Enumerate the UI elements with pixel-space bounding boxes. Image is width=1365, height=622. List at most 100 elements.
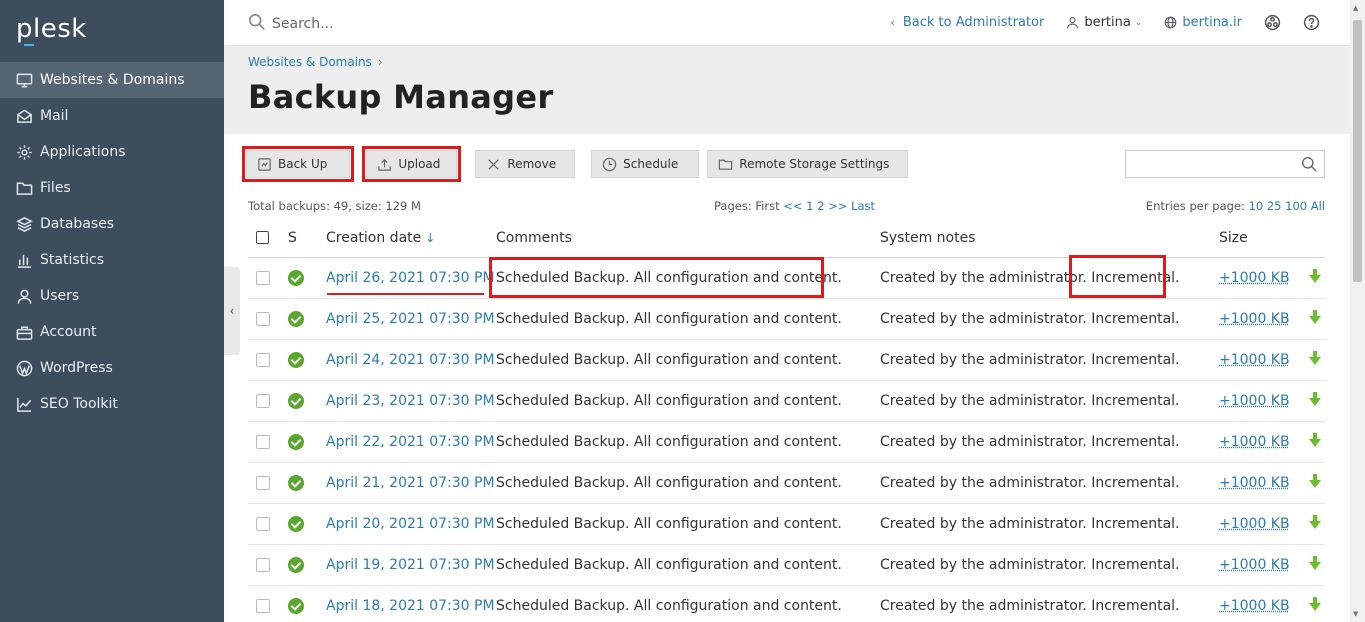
row-checkbox[interactable] bbox=[256, 517, 270, 531]
seo-chart-icon bbox=[16, 396, 33, 413]
user-icon bbox=[16, 288, 33, 305]
download-icon[interactable] bbox=[1308, 350, 1322, 370]
sidebar-item-applications[interactable]: Applications bbox=[0, 134, 224, 170]
row-checkbox[interactable] bbox=[256, 476, 270, 490]
download-icon[interactable] bbox=[1308, 391, 1322, 411]
download-icon[interactable] bbox=[1308, 432, 1322, 452]
database-icon bbox=[16, 216, 33, 233]
page-2-link[interactable]: 2 bbox=[817, 199, 824, 213]
download-icon[interactable] bbox=[1308, 268, 1322, 288]
backup-date-link[interactable]: April 18, 2021 07:30 PM bbox=[326, 598, 495, 614]
sidebar-item-users[interactable]: Users bbox=[0, 278, 224, 314]
breadcrumb: Websites & Domains › bbox=[248, 55, 383, 69]
scrollbar-thumb[interactable] bbox=[1353, 20, 1362, 282]
backup-date-link[interactable]: April 19, 2021 07:30 PM bbox=[326, 557, 495, 573]
backup-size-link[interactable]: +1000 KB bbox=[1219, 352, 1290, 368]
sidebar-item-label: Applications bbox=[40, 144, 126, 160]
per-page-all[interactable]: All bbox=[1311, 199, 1325, 213]
help-icon[interactable] bbox=[1303, 14, 1320, 31]
breadcrumb-websites-link[interactable]: Websites & Domains bbox=[248, 55, 372, 69]
schedule-button[interactable]: Schedule bbox=[591, 150, 699, 178]
sidebar-nav: Websites & Domains Mail Applications Files D… bbox=[0, 62, 224, 422]
backup-system-notes: Created by the administrator. Incrementa… bbox=[880, 311, 1180, 327]
page-prev-link[interactable]: << bbox=[783, 199, 802, 213]
row-checkbox[interactable] bbox=[256, 353, 270, 367]
download-icon[interactable] bbox=[1308, 473, 1322, 493]
user-menu[interactable]: bertina ⌄ bbox=[1066, 15, 1142, 30]
select-all-checkbox[interactable] bbox=[256, 231, 269, 244]
backup-date-link[interactable]: April 21, 2021 07:30 PM bbox=[326, 475, 495, 491]
backup-size-link[interactable]: +1000 KB bbox=[1219, 434, 1290, 450]
sidebar-item-seo-toolkit[interactable]: SEO Toolkit bbox=[0, 386, 224, 422]
page-scrollbar[interactable]: ▲ ▼ bbox=[1350, 0, 1365, 622]
logo-accent bbox=[24, 44, 34, 46]
sidebar-item-websites-domains[interactable]: Websites & Domains bbox=[0, 62, 224, 98]
briefcase-icon bbox=[16, 324, 33, 341]
backup-date-link[interactable]: April 23, 2021 07:30 PM bbox=[326, 393, 495, 409]
row-checkbox[interactable] bbox=[256, 312, 270, 326]
backup-size-link[interactable]: +1000 KB bbox=[1219, 311, 1290, 327]
domain-link[interactable]: bertina.ir bbox=[1164, 15, 1242, 30]
backup-size-link[interactable]: +1000 KB bbox=[1219, 393, 1290, 409]
backup-date-link[interactable]: April 24, 2021 07:30 PM bbox=[326, 352, 495, 368]
per-page-10[interactable]: 10 bbox=[1249, 199, 1264, 213]
row-checkbox[interactable] bbox=[256, 394, 270, 408]
sidebar-item-account[interactable]: Account bbox=[0, 314, 224, 350]
table-row: April 26, 2021 07:30 PM Scheduled Backup.… bbox=[248, 257, 1325, 298]
table-row: April 18, 2021 07:30 PM Scheduled Backup.… bbox=[248, 585, 1325, 622]
search-input[interactable] bbox=[272, 16, 572, 32]
download-icon[interactable] bbox=[1308, 555, 1322, 575]
sidebar-item-statistics[interactable]: Statistics bbox=[0, 242, 224, 278]
backup-date-link[interactable]: April 20, 2021 07:30 PM bbox=[326, 516, 495, 532]
remote-storage-button[interactable]: Remote Storage Settings bbox=[707, 150, 908, 178]
backup-date-link[interactable]: April 22, 2021 07:30 PM bbox=[326, 434, 495, 450]
top-bar: ‹ Back to Administrator bertina ⌄ bertin… bbox=[224, 0, 1350, 46]
page-1-link[interactable]: 1 bbox=[806, 199, 813, 213]
sidebar-item-wordpress[interactable]: WordPress bbox=[0, 350, 224, 386]
backup-size-link[interactable]: +1000 KB bbox=[1219, 598, 1290, 614]
backup-comment: Scheduled Backup. All configuration and … bbox=[496, 516, 842, 532]
chevron-right-icon: › bbox=[378, 55, 383, 69]
backup-date-link[interactable]: April 25, 2021 07:30 PM bbox=[326, 311, 495, 327]
page-last-link[interactable]: Last bbox=[851, 199, 875, 213]
download-icon[interactable] bbox=[1308, 514, 1322, 534]
sidebar-item-databases[interactable]: Databases bbox=[0, 206, 224, 242]
page-first: First bbox=[755, 199, 779, 213]
sidebar-collapse-button[interactable]: ‹ bbox=[224, 267, 240, 355]
backup-size-link[interactable]: +1000 KB bbox=[1219, 557, 1290, 573]
download-icon[interactable] bbox=[1308, 309, 1322, 329]
row-checkbox[interactable] bbox=[256, 558, 270, 572]
chevron-left-icon: ‹ bbox=[890, 16, 894, 29]
backup-button[interactable]: Back Up bbox=[246, 150, 350, 178]
page-next-link[interactable]: >> bbox=[828, 199, 847, 213]
backup-size-link[interactable]: +1000 KB bbox=[1219, 475, 1290, 491]
sidebar-item-files[interactable]: Files bbox=[0, 170, 224, 206]
table-header-row: S Creation date ↓ Comments System notes S… bbox=[248, 219, 1325, 257]
row-checkbox[interactable] bbox=[256, 271, 270, 285]
backup-size-link[interactable]: +1000 KB bbox=[1219, 516, 1290, 532]
scroll-up-icon[interactable]: ▲ bbox=[1353, 4, 1358, 12]
backup-system-notes: Created by the administrator. Incrementa… bbox=[880, 557, 1180, 573]
row-checkbox[interactable] bbox=[256, 435, 270, 449]
col-creation-date[interactable]: Creation date ↓ bbox=[326, 219, 496, 257]
backup-label: Back Up bbox=[278, 157, 327, 171]
scroll-down-icon[interactable]: ▼ bbox=[1353, 610, 1358, 618]
sidebar-item-mail[interactable]: Mail bbox=[0, 98, 224, 134]
backup-size-link[interactable]: +1000 KB bbox=[1219, 270, 1290, 286]
per-page-100[interactable]: 100 bbox=[1285, 199, 1307, 213]
upload-button[interactable]: Upload bbox=[366, 150, 457, 178]
chevron-left-icon: ‹ bbox=[230, 304, 235, 318]
row-checkbox[interactable] bbox=[256, 599, 270, 613]
backup-comment: Scheduled Backup. All configuration and … bbox=[496, 393, 842, 409]
download-icon[interactable] bbox=[1308, 596, 1322, 616]
back-to-admin-link[interactable]: ‹ Back to Administrator bbox=[890, 15, 1044, 30]
schedule-label: Schedule bbox=[623, 157, 678, 171]
list-search-field[interactable] bbox=[1125, 150, 1325, 178]
backup-comment: Scheduled Backup. All configuration and … bbox=[496, 598, 842, 614]
backup-date-link[interactable]: April 26, 2021 07:30 PM bbox=[326, 270, 495, 286]
suggestions-icon[interactable] bbox=[1264, 14, 1281, 31]
per-page-25[interactable]: 25 bbox=[1267, 199, 1282, 213]
backup-system-notes: Created by the administrator. Incrementa… bbox=[880, 475, 1180, 491]
backup-system-notes: Created by the administrator. Incrementa… bbox=[880, 270, 1180, 286]
remove-button[interactable]: Remove bbox=[475, 150, 575, 178]
